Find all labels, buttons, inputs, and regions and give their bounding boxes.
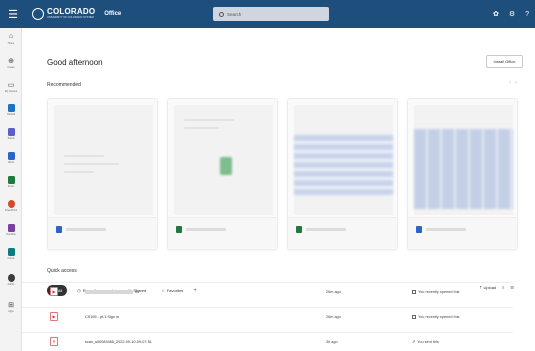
file-row[interactable]: ▶ CS165 - pt.1 Sign in 26m ago You recen… [22, 307, 513, 325]
brand-logo[interactable]: COLORADO UNIVERSITY OF COLORADO SYSTEM [32, 8, 95, 20]
nav-item-powerpoint[interactable]: PowerPoint [0, 200, 22, 212]
opened-icon [412, 289, 416, 294]
search-icon [219, 11, 224, 17]
recommended-card[interactable] [47, 98, 158, 250]
nav-item-forms[interactable]: Forms [0, 248, 22, 260]
greeting-heading: Good afternoon [47, 58, 103, 67]
file-row[interactable]: ⚲ scan_s00083465_2022-09-10-09-07-51 3h … [22, 332, 513, 350]
card-thumbnail [294, 105, 393, 215]
install-office-button[interactable]: Install Office [486, 55, 523, 68]
card-thumbnail [54, 105, 153, 215]
create-icon: ⊕ [8, 57, 14, 65]
recommended-card[interactable] [287, 98, 398, 250]
file-time: 3h ago [326, 339, 338, 344]
file-row[interactable]: ▶ 04 26m ago You recently opened this [22, 282, 513, 300]
file-name[interactable]: 04 [135, 290, 139, 294]
file-name[interactable]: CS165 - pt.1 Sign in [85, 315, 119, 319]
nav-item-word[interactable]: Word [0, 152, 22, 164]
nav-item-outlook[interactable]: Outlook [0, 104, 22, 116]
nav-item-apps[interactable]: ⊞ Apps [0, 300, 22, 314]
onenote-icon [7, 224, 15, 232]
nav-rail: ⌂ Home ⊕ Create ▭ My Content Outlook Tea… [0, 28, 22, 351]
notifications-icon[interactable]: ✿ [493, 10, 499, 18]
pdf-file-icon: ⚲ [50, 337, 58, 346]
card-thumbnail [174, 105, 273, 215]
top-bar: ☰ COLORADO UNIVERSITY OF COLORADO SYSTEM… [0, 0, 535, 28]
chevron-right-icon[interactable]: › [515, 80, 521, 86]
outlook-icon [7, 104, 15, 112]
file-time: 26m ago [326, 289, 341, 294]
nav-item-admin[interactable]: Admin [0, 274, 22, 286]
file-name[interactable]: scan_s00083465_2022-09-10-09-07-51 [85, 340, 152, 344]
search-input[interactable]: Search [213, 7, 329, 21]
word-file-icon [56, 226, 62, 233]
apps-icon: ⊞ [8, 301, 14, 309]
app-launcher-icon[interactable]: ☰ [0, 0, 26, 28]
file-activity: You recently opened this [412, 289, 459, 294]
excel-file-icon [176, 226, 182, 233]
admin-icon [7, 274, 15, 282]
app-name[interactable]: Office [104, 11, 121, 17]
word-file-icon [416, 226, 422, 233]
settings-gear-icon[interactable]: ⚙ [509, 10, 515, 18]
nav-item-home[interactable]: ⌂ Home [0, 32, 22, 45]
forms-icon [7, 248, 15, 256]
nav-item-create[interactable]: ⊕ Create [0, 56, 22, 70]
file-activity: You recently opened this [412, 314, 459, 319]
word-icon [7, 152, 15, 160]
recommended-card[interactable] [407, 98, 518, 250]
search-placeholder: Search [227, 11, 242, 17]
sent-icon: ⇗ [412, 340, 416, 344]
pdf-file-icon: ▶ [50, 287, 58, 296]
nav-item-excel[interactable]: Excel [0, 176, 22, 188]
file-time: 26m ago [326, 314, 341, 319]
teams-icon [7, 128, 15, 136]
excel-file-icon [296, 226, 302, 233]
excel-icon [7, 176, 15, 184]
main-content: Good afternoon Install Office Recommende… [22, 28, 535, 351]
logo-mark-icon [32, 8, 44, 20]
quick-access-heading: Quick access [47, 268, 77, 274]
logo-text: COLORADO [47, 7, 96, 17]
recommended-nav-arrows[interactable]: ‹› [509, 80, 521, 86]
opened-icon [412, 314, 416, 319]
card-thumbnail [414, 105, 513, 215]
pdf-file-icon: ▶ [50, 312, 58, 321]
file-activity: ⇗ You sent this [412, 340, 439, 344]
recommended-heading: Recommended [47, 82, 81, 88]
home-icon: ⌂ [8, 33, 14, 40]
nav-item-onenote[interactable]: OneNote [0, 224, 22, 236]
logo-subtext: UNIVERSITY OF COLORADO SYSTEM [47, 16, 94, 20]
help-icon[interactable]: ? [525, 11, 529, 18]
nav-item-teams[interactable]: Teams [0, 128, 22, 140]
powerpoint-icon [7, 200, 15, 208]
recommended-card[interactable] [167, 98, 278, 250]
nav-item-my-content[interactable]: ▭ My Content [0, 80, 22, 94]
folder-icon: ▭ [7, 81, 15, 89]
